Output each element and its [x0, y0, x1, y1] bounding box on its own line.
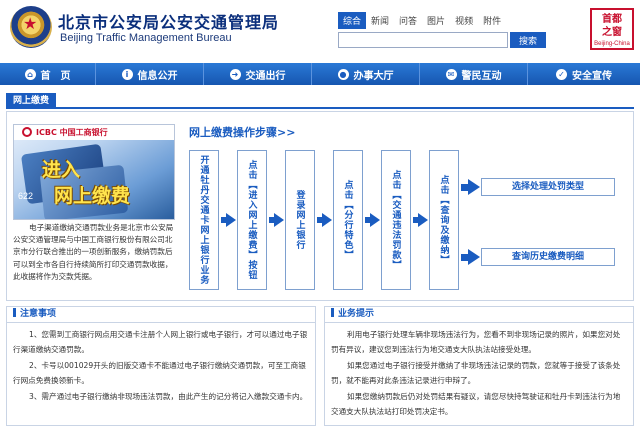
search-tab-news[interactable]: 新闻	[366, 12, 394, 29]
nav-item-interaction[interactable]: ✉ 警民互动	[420, 63, 528, 85]
search-tab-images[interactable]: 图片	[422, 12, 450, 29]
icbc-logo-icon	[22, 127, 32, 137]
flow-title: 网上缴费操作步骤>>	[189, 126, 296, 139]
tips-body: 利用电子银行处理车辆非现场违法行为，您看不到非现场记录的照片，如果您对处罚有异议…	[325, 323, 633, 423]
notice-panel: 注意事项 1、您需到工商银行网点用交通卡注册个人网上银行或电子银行，才可以通过电…	[6, 306, 316, 426]
tips-item: 如果您通过电子银行接受并缴纳了非现场违法记录的罚款，您就等于接受了该条处罚，就不…	[331, 360, 621, 386]
banner-text-enter: 进入	[42, 159, 81, 181]
arrow-icon	[418, 213, 428, 227]
bank-name: ICBC 中国工商银行	[36, 128, 108, 137]
interaction-icon: ✉	[445, 68, 457, 80]
nav-item-travel[interactable]: ➜ 交通出行	[204, 63, 312, 85]
tab-online-payment[interactable]: 网上缴费	[6, 93, 57, 109]
flow-step-3: 登录网上银行	[285, 150, 315, 290]
nav-item-label: 交通出行	[245, 70, 286, 82]
notice-item: 3、需产通过电子银行缴纳非现场违法罚款，由此产生的记分将记入缴款交通卡内。	[29, 391, 308, 401]
arrow-icon	[274, 213, 284, 227]
search-input[interactable]	[338, 32, 508, 48]
section-tabstrip: 网上缴费	[6, 91, 634, 109]
arrow-icon	[226, 213, 236, 227]
nav-item-service-hall[interactable]: ● 办事大厅	[312, 63, 420, 85]
site-title: 北京市公安局公安交通管理局	[58, 13, 280, 32]
safety-icon: ✓	[556, 68, 567, 80]
flow-step-label: 点击【分行特色】	[342, 180, 353, 260]
flow-step-label: 点击【交通违法罚款】	[390, 170, 401, 270]
home-icon: ⌂	[24, 68, 36, 80]
site-header: ★ 北京市公安局公安交通管理局 Beijing Traffic Manageme…	[0, 0, 640, 60]
notice-body: 1、您需到工商银行网点用交通卡注册个人网上银行或电子银行，才可以通过电子银行渠道…	[7, 323, 315, 408]
arrow-icon	[322, 213, 332, 227]
nav-item-home[interactable]: ⌂ 首 页	[0, 63, 96, 85]
arrow-icon	[468, 249, 480, 265]
capital-window-seal: 首都 之窗	[602, 14, 622, 38]
tips-title: 业务提示	[338, 309, 375, 319]
search-button[interactable]: 搜索	[510, 32, 546, 48]
tips-item: 利用电子银行处理车辆非现场违法行为，您看不到非现场记录的照片，如果您对处罚有异议…	[331, 330, 621, 355]
nav-item-label: 办事大厅	[353, 70, 394, 82]
search-tab-all[interactable]: 综合	[338, 12, 367, 29]
bullet-bar-icon	[13, 308, 16, 317]
notice-title: 注意事项	[20, 309, 57, 319]
capital-window-logo[interactable]: 首都 之窗 Beijing-China	[590, 8, 634, 50]
search-tab-qa[interactable]: 问答	[394, 12, 422, 29]
notice-item: 1、您需到工商银行网点用交通卡注册个人网上银行或电子银行，才可以通过电子银行渠道…	[13, 330, 308, 355]
arrow-icon	[370, 213, 380, 227]
tips-panel: 业务提示 利用电子银行处理车辆非现场违法行为，您看不到非现场记录的照片，如果您对…	[324, 306, 634, 426]
flow-step-label: 开通牡丹交通卡网上银行业务	[198, 155, 209, 285]
page: ★ 北京市公安局公安交通管理局 Beijing Traffic Manageme…	[0, 0, 640, 426]
flow-step-label: 点击【查询及缴纳】	[438, 175, 449, 265]
notice-panel-header: 注意事项	[7, 307, 315, 323]
search-category-tabs: 综合 新闻 问答 图片 视频 附件	[338, 12, 506, 29]
nav-item-label: 信息公开	[137, 70, 178, 82]
nav-item-label: 首 页	[40, 70, 71, 82]
flow-step-5: 点击【交通违法罚款】	[381, 150, 411, 290]
flow-step-4: 点击【分行特色】	[333, 150, 363, 290]
main-navbar: ⌂ 首 页 i 信息公开 ➜ 交通出行 ● 办事大厅 ✉ 警民互动 ✓ 安全宣传	[0, 63, 640, 85]
choose-penalty-type-button[interactable]: 选择处理处罚类型	[481, 178, 615, 196]
info-icon: i	[121, 68, 133, 80]
service-hall-icon: ●	[337, 68, 349, 80]
tips-panel-header: 业务提示	[325, 307, 633, 323]
police-emblem-icon: ★	[10, 6, 52, 48]
nav-item-info-disclosure[interactable]: i 信息公开	[96, 63, 204, 85]
arrow-icon	[468, 179, 480, 195]
flow-step-label: 登录网上银行	[294, 190, 305, 250]
flow-step-1: 开通牡丹交通卡网上银行业务	[189, 150, 219, 290]
flow-step-2: 点击【进入网上缴费】按钮	[237, 150, 267, 290]
flow-step-label: 点击【进入网上缴费】按钮	[246, 160, 257, 280]
card-number: 622	[18, 191, 34, 201]
bullet-bar-icon	[331, 308, 334, 317]
notice-item: 2、卡号以001029开头的旧版交通卡不能通过电子银行缴纳交通罚款，可至工商银行…	[13, 360, 306, 386]
payment-main-panel: ICBC 中国工商银行 进入 网上缴费 622 电子渠道缴纳交通罚款业务是北京市…	[6, 111, 634, 301]
tips-item: 如果您缴纳罚款后仍对处罚结果有疑议，请您尽快持驾驶证和牡丹卡到违法行为地交通支大…	[331, 391, 621, 417]
search-tab-attachments[interactable]: 附件	[478, 12, 506, 29]
nav-item-label: 安全宣传	[572, 70, 612, 82]
flow-step-6: 点击【查询及缴纳】	[429, 150, 459, 290]
bank-header: ICBC 中国工商银行	[14, 125, 174, 140]
payment-history-button[interactable]: 查询历史缴费明细	[481, 248, 615, 266]
service-intro: 电子渠道缴纳交通罚款业务是北京市公安局公安交通管理局与中国工商银行股份有限公司北…	[13, 223, 174, 281]
nav-item-safety[interactable]: ✓ 安全宣传	[528, 63, 640, 85]
nav-item-label: 警民互动	[461, 70, 502, 82]
travel-icon: ➜	[229, 68, 241, 80]
enter-payment-banner[interactable]: ICBC 中国工商银行 进入 网上缴费 622	[13, 124, 175, 220]
site-title-english: Beijing Traffic Management Bureau	[60, 32, 232, 44]
search-tab-video[interactable]: 视频	[450, 12, 478, 29]
banner-text-online-payment: 网上缴费	[54, 185, 131, 207]
capital-window-sub: Beijing-China	[594, 41, 630, 47]
